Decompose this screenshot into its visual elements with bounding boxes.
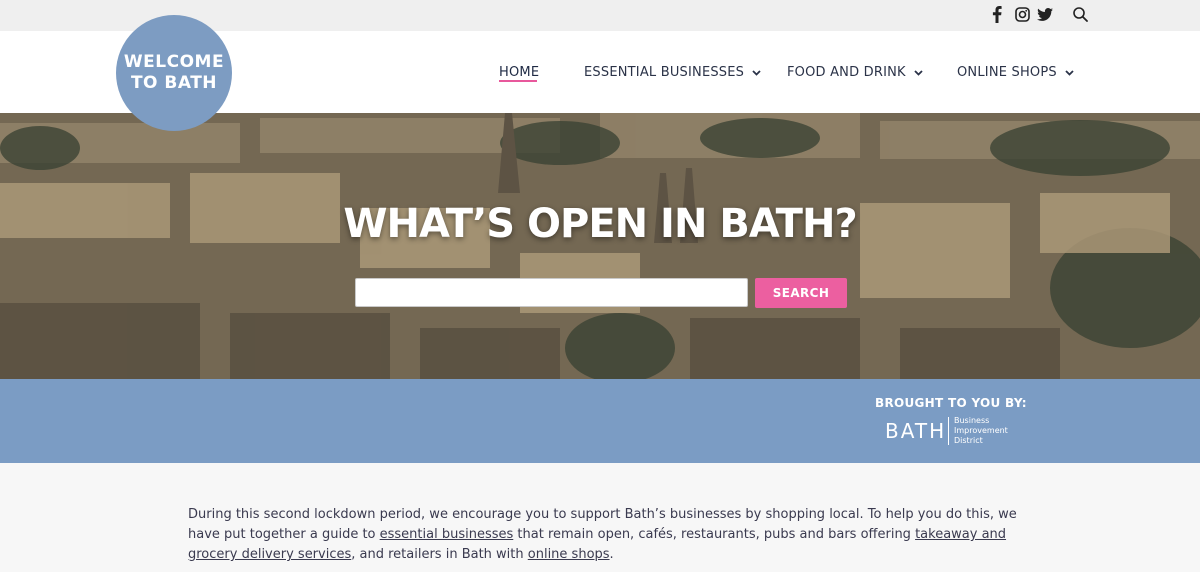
- chevron-down-icon: [914, 65, 923, 80]
- nav-essential-businesses-label: ESSENTIAL BUSINESSES: [584, 64, 745, 80]
- nav-online-shops-label: ONLINE SHOPS: [957, 64, 1057, 80]
- nav-online-shops[interactable]: ONLINE SHOPS: [957, 64, 1074, 80]
- bid-logo-word: BATH: [885, 419, 947, 443]
- intro-text-4: .: [609, 547, 614, 562]
- sponsor-heading: BROUGHT TO YOU BY:: [875, 396, 1027, 410]
- sponsor-band: BROUGHT TO YOU BY: BATH Business Improve…: [0, 379, 1200, 463]
- search-input[interactable]: [355, 278, 748, 307]
- search-icon[interactable]: [1071, 5, 1089, 23]
- bid-logo-line-2: Improvement: [954, 426, 1008, 435]
- online-shops-link[interactable]: online shops: [528, 547, 610, 562]
- bid-logo-divider: [948, 417, 949, 445]
- nav-essential-businesses[interactable]: ESSENTIAL BUSINESSES: [584, 64, 761, 80]
- nav-home-label: HOME: [499, 64, 540, 80]
- twitter-icon[interactable]: [1036, 5, 1054, 23]
- nav-active-underline: [499, 80, 537, 82]
- nav-food-and-drink[interactable]: FOOD AND DRINK: [787, 64, 923, 80]
- bid-logo-subtitle: Business Improvement District: [954, 416, 1008, 446]
- chevron-down-icon: [752, 65, 761, 80]
- facebook-icon[interactable]: [990, 5, 1004, 23]
- intro-text-2: that remain open, cafés, restaurants, pu…: [513, 527, 916, 542]
- search-button[interactable]: SEARCH: [755, 278, 847, 308]
- site-logo[interactable]: WELCOME TO BATH: [116, 15, 232, 131]
- bid-logo-line-1: Business: [954, 416, 990, 425]
- nav-food-and-drink-label: FOOD AND DRINK: [787, 64, 906, 80]
- essential-businesses-link[interactable]: essential businesses: [380, 527, 514, 542]
- instagram-icon[interactable]: [1013, 5, 1031, 23]
- chevron-down-icon: [1065, 65, 1074, 80]
- logo-line-1: WELCOME: [123, 52, 225, 72]
- logo-line-2: TO BATH: [130, 73, 218, 93]
- intro-text-3: , and retailers in Bath with: [351, 547, 528, 562]
- hero-banner: WHAT’S OPEN IN BATH? SEARCH: [0, 113, 1200, 379]
- nav-home[interactable]: HOME: [499, 64, 539, 80]
- hero-title: WHAT’S OPEN IN BATH?: [343, 201, 857, 247]
- intro-paragraph: During this second lockdown period, we e…: [188, 505, 1018, 565]
- bid-logo-line-3: District: [954, 436, 983, 445]
